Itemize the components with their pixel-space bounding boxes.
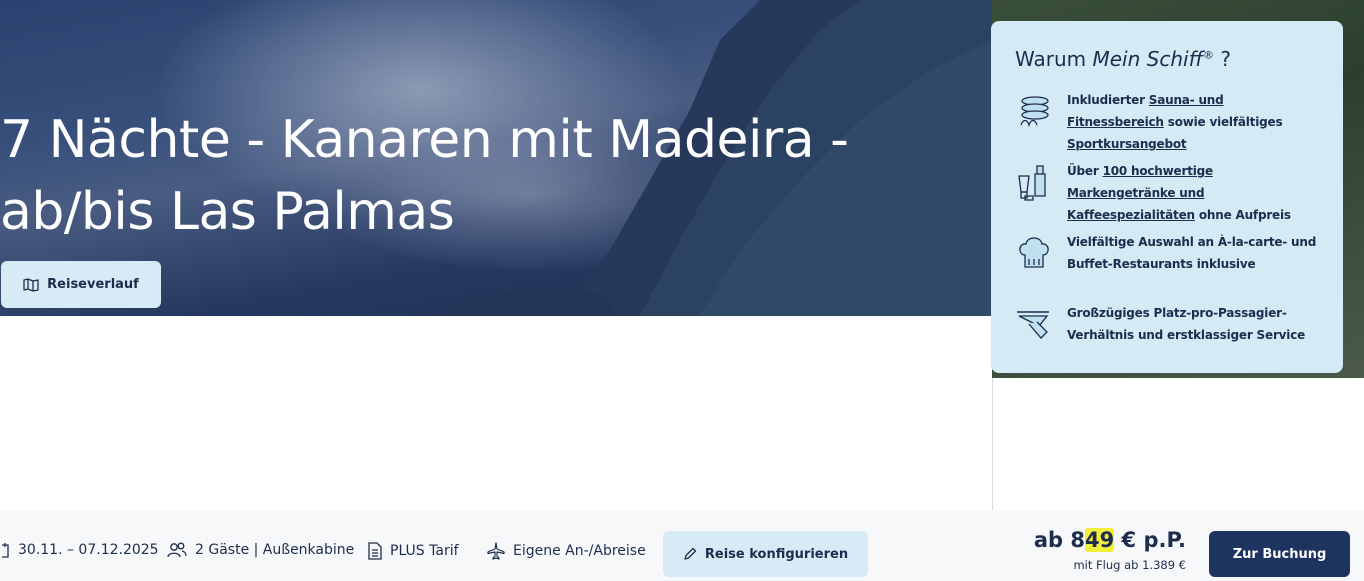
sauna-stones-icon — [1015, 91, 1053, 131]
book-button[interactable]: Zur Buchung — [1209, 531, 1350, 577]
travel-type[interactable]: Eigene An-/Abreise — [487, 542, 646, 560]
users-icon — [167, 542, 187, 558]
price-with-flight: mit Flug ab 1.389 € — [1073, 558, 1186, 572]
sportkurs-link[interactable]: Sportkursangebot — [1067, 137, 1187, 151]
why-card-title: Warum Mein Schiff® ? — [1015, 47, 1231, 71]
feature-item: Inkludierter Sauna- und Fitnessbereich s… — [1015, 89, 1319, 160]
airplane-icon — [487, 542, 505, 560]
price-block: ab 849 € p.P. mit Flug ab 1.389 € — [1034, 528, 1186, 572]
price-main: ab 849 € p.P. — [1033, 528, 1186, 552]
pencil-icon — [683, 547, 697, 561]
calendar-icon — [2, 542, 10, 558]
tariff[interactable]: PLUS Tarif — [368, 542, 459, 560]
divider — [992, 378, 993, 510]
serving-tray-icon — [1015, 304, 1053, 344]
title-line-2: ab/bis Las Palmas — [0, 182, 455, 242]
feature-item: Großzügiges Platz-pro-Passagier-Verhältn… — [1015, 302, 1319, 373]
page-title: 7 Nächte - Kanaren mit Madeira - ab/bis … — [0, 104, 880, 248]
chef-hat-icon — [1015, 233, 1053, 273]
feature-item: Vielfältige Auswahl an À-la-carte- und B… — [1015, 231, 1319, 302]
route-button-label: Reiseverlauf — [47, 277, 139, 292]
drinks-icon — [1015, 162, 1053, 202]
route-button[interactable]: Reiseverlauf — [1, 261, 161, 308]
feature-item: Über 100 hochwertige Markengetränke und … — [1015, 160, 1319, 231]
title-line-1: 7 Nächte - Kanaren mit Madeira - — [0, 110, 849, 170]
travel-dates[interactable]: 30.11. – 07.12.2025 — [2, 542, 159, 558]
document-icon — [368, 542, 382, 560]
booking-bar: 30.11. – 07.12.2025 2 Gäste | Außenkabin… — [0, 510, 1364, 581]
configure-trip-button[interactable]: Reise konfigurieren — [663, 531, 868, 577]
map-icon — [23, 277, 39, 292]
guests-cabin[interactable]: 2 Gäste | Außenkabine — [167, 542, 354, 558]
why-mein-schiff-card: Warum Mein Schiff® ? Inkludierter Sauna-… — [991, 21, 1343, 373]
